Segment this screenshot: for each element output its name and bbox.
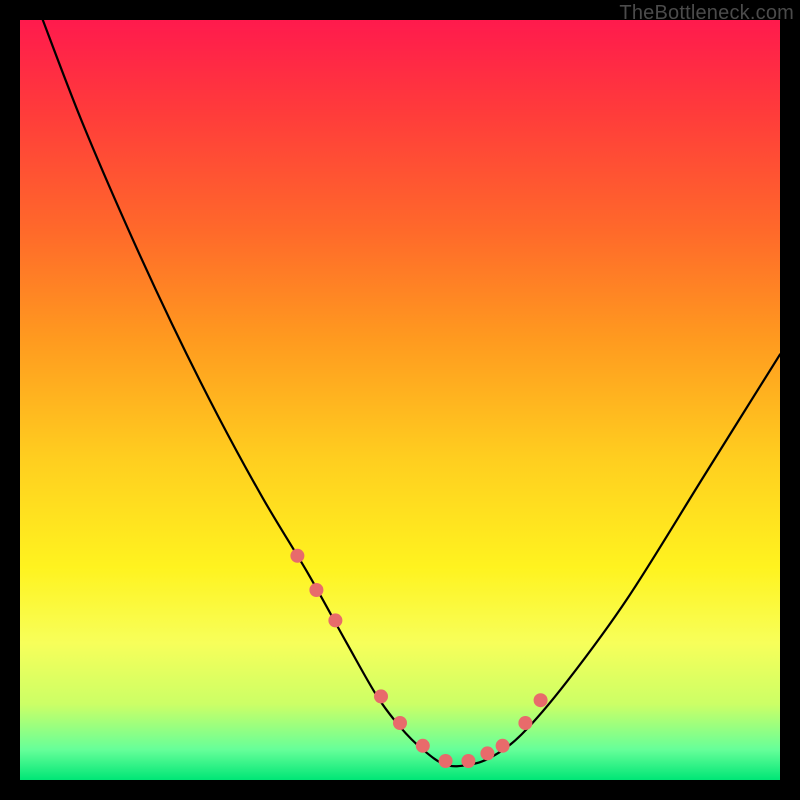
dot-marker	[309, 583, 323, 597]
dot-marker	[374, 689, 388, 703]
dot-marker	[393, 716, 407, 730]
bottleneck-curve	[43, 20, 780, 766]
dot-marker	[439, 754, 453, 768]
chart-frame: TheBottleneck.com	[0, 0, 800, 800]
dot-marker	[496, 739, 510, 753]
dot-marker	[416, 739, 430, 753]
dot-marker	[461, 754, 475, 768]
dot-marker	[290, 549, 304, 563]
plot-area	[20, 20, 780, 780]
dot-marker	[328, 613, 342, 627]
dot-marker	[518, 716, 532, 730]
dot-marker	[534, 693, 548, 707]
dot-markers-group	[290, 549, 547, 768]
chart-overlay	[20, 20, 780, 780]
dot-marker	[480, 746, 494, 760]
